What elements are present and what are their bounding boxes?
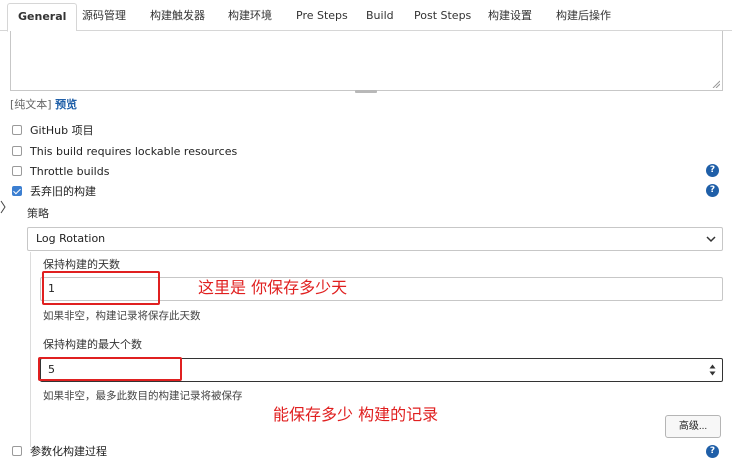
- description-textarea[interactable]: [10, 31, 723, 91]
- plain-text-label: [纯文本]: [10, 98, 52, 111]
- strategy-value: Log Rotation: [36, 232, 106, 245]
- nested-section-border: [30, 252, 31, 447]
- tab-pre-steps[interactable]: Pre Steps: [286, 3, 358, 31]
- tab-post-steps[interactable]: Post Steps: [404, 3, 481, 31]
- checkbox-throttle-builds[interactable]: [12, 166, 22, 176]
- max-builds-value: 5: [48, 363, 55, 376]
- days-to-keep-hint: 如果非空，构建记录将保存此天数: [43, 310, 201, 322]
- format-links: [纯文本] 预览: [10, 96, 77, 112]
- days-to-keep-label: 保持构建的天数: [43, 258, 120, 271]
- option-label: 丢弃旧的构建: [30, 185, 96, 198]
- tab-build[interactable]: Build: [356, 3, 404, 31]
- resize-grip-icon[interactable]: [712, 80, 720, 88]
- checkbox-parameterized-build[interactable]: [12, 446, 22, 456]
- max-builds-hint: 如果非空，最多此数目的构建记录将被保存: [43, 390, 243, 402]
- option-lockable-resources[interactable]: This build requires lockable resources: [12, 143, 237, 159]
- option-label: Throttle builds: [30, 164, 110, 178]
- preview-link[interactable]: 预览: [55, 98, 77, 111]
- option-label: This build requires lockable resources: [30, 144, 238, 158]
- annotation-days-note: 这里是 你保存多少天: [198, 278, 348, 297]
- help-icon[interactable]: ?: [706, 164, 719, 177]
- option-parameterized-build[interactable]: 参数化构建过程: [12, 443, 107, 459]
- tab-general[interactable]: General: [7, 3, 78, 32]
- help-icon[interactable]: ?: [706, 445, 719, 458]
- option-label: 参数化构建过程: [30, 445, 107, 458]
- checkbox-discard-old-builds[interactable]: [12, 186, 22, 196]
- tab-post-build-actions[interactable]: 构建后操作: [546, 3, 621, 31]
- spinner-icon[interactable]: [709, 364, 716, 376]
- option-github-project[interactable]: GitHub 项目: [12, 122, 94, 138]
- max-builds-label: 保持构建的最大个数: [43, 338, 142, 351]
- tab-build-environment[interactable]: 构建环境: [218, 3, 282, 31]
- tab-build-triggers[interactable]: 构建触发器: [140, 3, 215, 31]
- strategy-select[interactable]: Log Rotation: [27, 227, 723, 251]
- strategy-label: 策略: [27, 207, 49, 220]
- option-throttle-builds[interactable]: Throttle builds: [12, 163, 109, 179]
- advanced-button[interactable]: 高级...: [665, 415, 721, 438]
- tab-source-control[interactable]: 源码管理: [72, 3, 136, 31]
- collapse-caret-icon: [0, 200, 6, 214]
- checkbox-github-project[interactable]: [12, 125, 22, 135]
- max-builds-input[interactable]: 5: [40, 358, 723, 382]
- chevron-down-icon: [706, 236, 716, 243]
- days-to-keep-input[interactable]: 1: [40, 277, 723, 301]
- checkbox-lockable-resources[interactable]: [12, 146, 22, 156]
- annotation-max-note: 能保存多少 构建的记录: [273, 405, 439, 424]
- option-label: GitHub 项目: [30, 124, 94, 137]
- days-to-keep-value: 1: [48, 282, 55, 295]
- textarea-drag-handle[interactable]: [355, 90, 377, 93]
- tab-bar: General 源码管理 构建触发器 构建环境 Pre Steps Build …: [0, 0, 732, 32]
- help-icon[interactable]: ?: [706, 184, 719, 197]
- option-discard-old-builds[interactable]: 丢弃旧的构建: [12, 183, 96, 199]
- tab-build-settings[interactable]: 构建设置: [478, 3, 542, 31]
